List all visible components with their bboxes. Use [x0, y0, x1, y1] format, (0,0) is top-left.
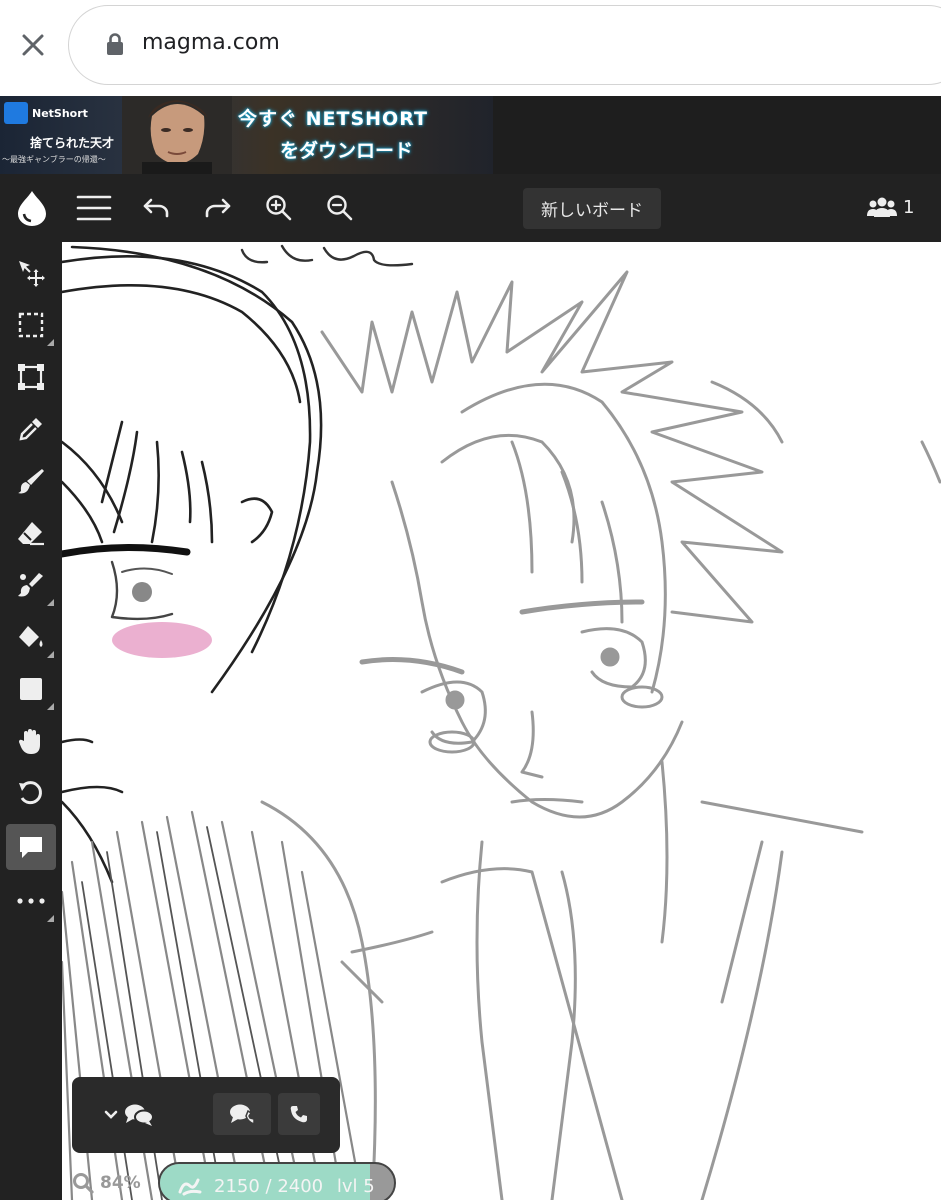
zoom-in-icon[interactable]	[259, 188, 299, 228]
progress-count: 2150 / 2400	[214, 1176, 324, 1197]
zoom-level: 84%	[100, 1173, 141, 1193]
submenu-corner-icon	[47, 599, 54, 606]
chat-icon	[125, 1104, 154, 1126]
url-text[interactable]: magma.com	[142, 30, 280, 55]
zoom-indicator[interactable]: 84%	[72, 1172, 141, 1194]
smudge-tool[interactable]	[6, 562, 56, 608]
smudge-icon	[18, 573, 43, 597]
level-label: lvl 5	[336, 1176, 375, 1197]
zoom-out-icon[interactable]	[320, 188, 360, 228]
more-tools[interactable]	[6, 878, 56, 924]
selection-tool[interactable]	[6, 302, 56, 348]
more-icon	[17, 898, 45, 904]
redo-icon[interactable]	[198, 188, 238, 228]
submenu-corner-icon	[47, 651, 54, 658]
ad-subtitle: 〜最強ギャンブラーの帰還〜	[2, 155, 106, 164]
rotate-icon	[19, 781, 42, 805]
voice-chat-icon	[230, 1104, 255, 1126]
paint-bucket-tool[interactable]	[6, 614, 56, 660]
shape-icon	[20, 678, 42, 700]
search-icon	[73, 1173, 94, 1194]
phone-icon	[290, 1106, 307, 1123]
submenu-corner-icon	[47, 915, 54, 922]
ad-cta-line1: 今すぐ NETSHORT	[238, 108, 428, 130]
brush-tool[interactable]	[6, 458, 56, 504]
magma-logo-icon[interactable]	[12, 188, 52, 228]
artwork-sketch	[62, 244, 941, 1200]
ad-row: NetShort 捨てられた天才 〜最強ギャンブラーの帰還〜 今すぐ NETSH…	[0, 96, 941, 174]
brush-icon	[18, 469, 44, 494]
user-count: 1	[903, 196, 915, 218]
ad-portrait	[122, 96, 232, 174]
drawing-canvas[interactable]	[62, 242, 941, 1200]
level-progress[interactable]: 2150 / 2400 lvl 5	[158, 1162, 396, 1200]
app-root: magma.com NetShort 捨てられた天才 〜最強ギャンブラーの帰還〜…	[0, 0, 941, 1200]
new-board-button[interactable]: 新しいボード	[523, 188, 661, 229]
hand-icon	[19, 729, 40, 754]
eyedropper-icon	[19, 418, 42, 441]
voice-chat-button[interactable]	[213, 1093, 271, 1135]
top-toolbar: 新しいボード 1	[0, 174, 941, 242]
eyedropper-tool[interactable]	[6, 406, 56, 452]
brush-stroke-icon	[178, 1178, 202, 1196]
users-indicator[interactable]: 1	[867, 196, 914, 218]
move-tool[interactable]	[6, 250, 56, 296]
ad-logo: NetShort	[4, 102, 88, 124]
ad-cta-line2: をダウンロード	[280, 140, 414, 162]
undo-icon[interactable]	[136, 188, 176, 228]
rotate-tool[interactable]	[6, 770, 56, 816]
chat-toggle-button[interactable]	[104, 1097, 168, 1133]
tool-rail	[0, 242, 62, 1200]
chat-controls	[72, 1077, 340, 1153]
hand-tool[interactable]	[6, 718, 56, 764]
shape-tool[interactable]	[6, 666, 56, 712]
selection-icon	[18, 312, 44, 338]
transform-tool[interactable]	[6, 354, 56, 400]
play-icon	[4, 102, 28, 124]
eraser-icon	[18, 522, 44, 546]
transform-icon	[18, 364, 44, 390]
lock-icon	[105, 32, 125, 56]
level-text: 2150 / 2400 lvl 5	[214, 1176, 375, 1197]
browser-url-bar: magma.com	[0, 0, 941, 96]
ad-brand: NetShort	[32, 106, 88, 120]
eraser-tool[interactable]	[6, 510, 56, 556]
paint-bucket-icon	[19, 626, 43, 647]
users-icon	[867, 197, 897, 217]
comment-tool[interactable]	[6, 824, 56, 870]
ad-banner[interactable]: NetShort 捨てられた天才 〜最強ギャンブラーの帰還〜 今すぐ NETSH…	[0, 96, 493, 174]
chevron-down-icon	[104, 1110, 118, 1119]
submenu-corner-icon	[47, 339, 54, 346]
close-icon[interactable]	[14, 26, 52, 64]
call-button[interactable]	[278, 1093, 320, 1135]
submenu-corner-icon	[47, 703, 54, 710]
menu-icon[interactable]	[74, 188, 114, 228]
move-icon	[19, 261, 45, 287]
comment-icon	[20, 837, 42, 858]
ad-title: 捨てられた天才	[30, 136, 115, 150]
